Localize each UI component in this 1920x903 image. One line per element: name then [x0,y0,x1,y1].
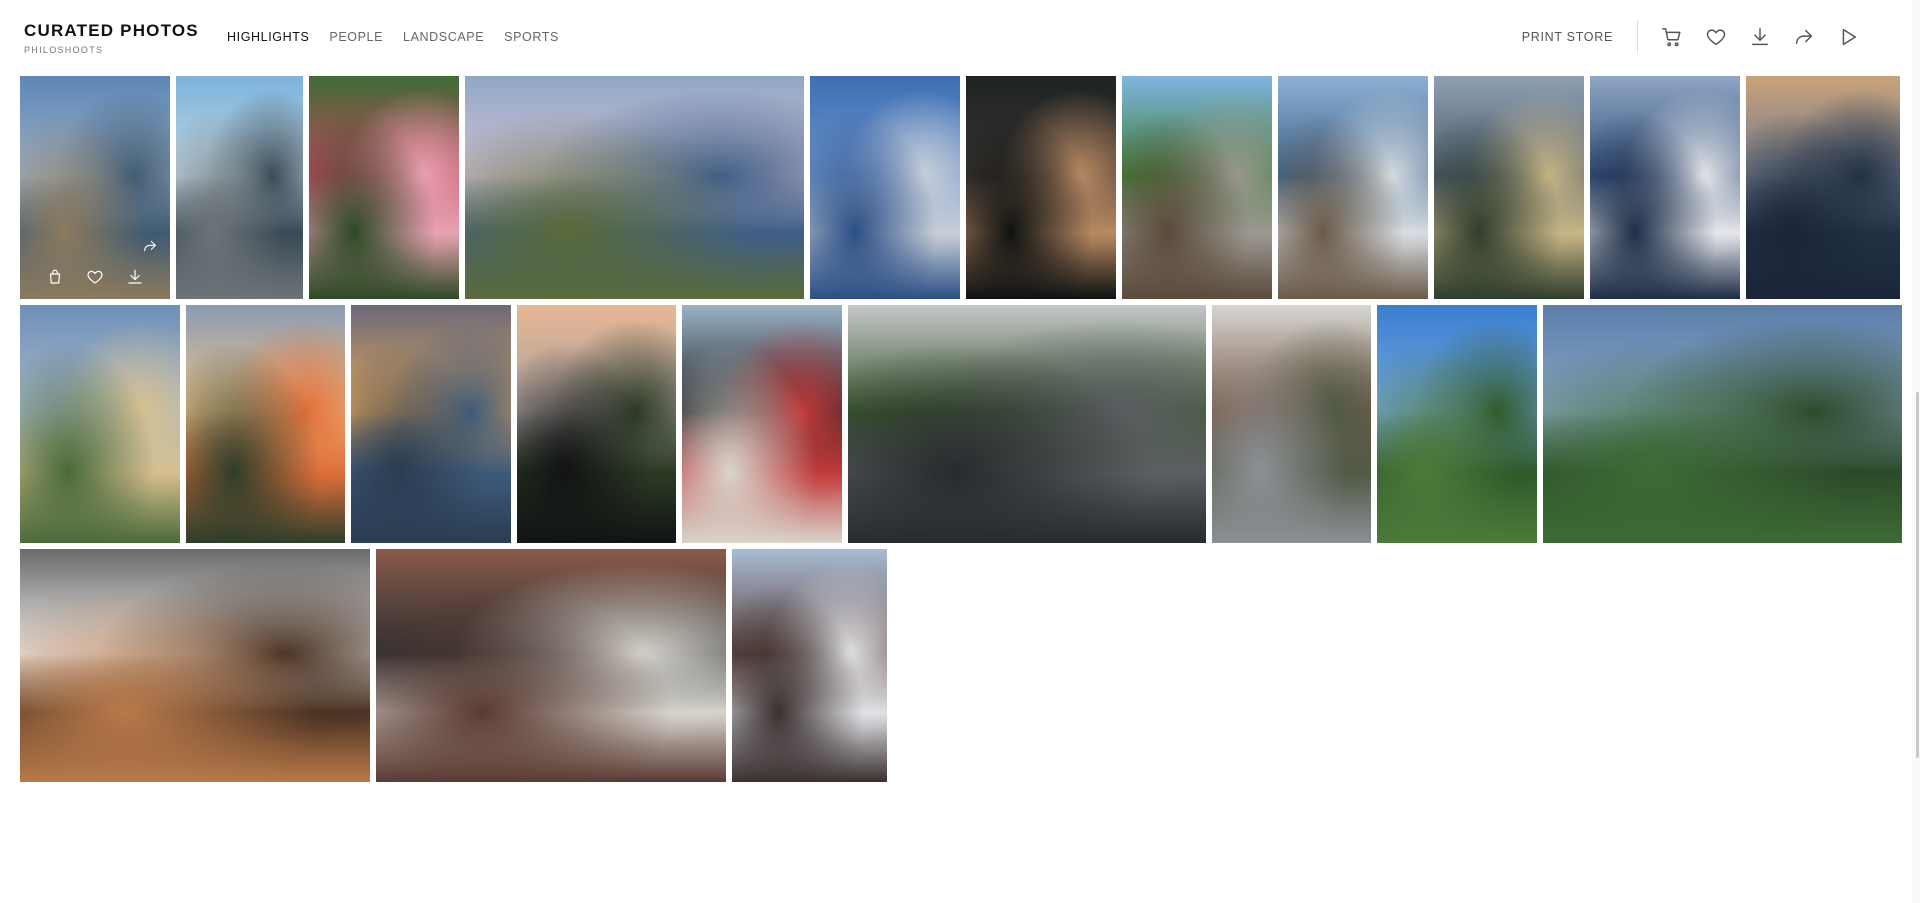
photo-pink-tulips[interactable] [309,76,459,299]
gallery-row-1 [20,76,1900,299]
download-icon [128,269,142,284]
photo-townhouses-street[interactable] [1212,305,1371,543]
share-icon [1795,29,1813,45]
site-subtitle: PHILOSHOOTS [24,45,104,55]
photo-sunset-over-pond[interactable] [186,305,345,543]
download-button[interactable] [1738,20,1782,54]
photo-skyline-over-valley[interactable] [1543,305,1902,543]
photo-street-crowd-cn-tower[interactable] [848,305,1206,543]
heart-icon [87,270,103,284]
photo-heart-button[interactable] [86,268,104,291]
download-icon [1751,28,1769,46]
share-button[interactable] [1782,20,1826,54]
header-actions: PRINT STORE [1522,20,1870,54]
photo-cherry-blossoms-by-lake[interactable] [465,76,804,299]
bag-icon [49,269,61,284]
heart-icon [1706,29,1726,46]
slideshow-button[interactable] [1826,20,1870,54]
photo-sunset-over-pool[interactable] [351,305,511,543]
cart-icon [1662,28,1681,47]
photo-glass-atrium-building[interactable] [376,549,726,782]
main-nav: HIGHLIGHTS PEOPLE LANDSCAPE SPORTS [227,30,559,44]
nav-item-people[interactable]: PEOPLE [329,30,383,44]
scrollbar-thumb[interactable] [1916,392,1919,758]
photo-sleeping-cat-chair[interactable] [20,549,370,782]
photo-t-shirt-stand[interactable] [682,305,842,543]
photo-toronto-skyline-from-shore[interactable] [20,76,170,299]
header-divider [1637,21,1638,53]
gallery-row-3 [20,549,887,782]
gallery-row-2 [20,305,1902,543]
nav-item-landscape[interactable]: LANDSCAPE [403,30,484,44]
top-header: CURATED PHOTOS PHILOSHOOTS HIGHLIGHTS PE… [0,0,1920,76]
photo-pint-of-stout-pub[interactable] [966,76,1116,299]
share-icon [144,240,156,252]
brand[interactable]: CURATED PHOTOS PHILOSHOOTS [24,21,199,55]
photo-ferry-on-harbour[interactable] [1590,76,1740,299]
photo-couple-at-dusk[interactable] [517,305,676,543]
site-title[interactable]: CURATED PHOTOS [24,21,199,41]
photo-cn-tower[interactable] [810,76,960,299]
photo-skyline-over-park[interactable] [1377,305,1537,543]
photo-cyclists-by-pavilion[interactable] [176,76,303,299]
cart-button[interactable] [1650,20,1694,54]
print-store-link[interactable]: PRINT STORE [1522,30,1613,44]
photo-download-button[interactable] [126,268,144,291]
photo-sandy-beach-umbrellas[interactable] [20,305,180,543]
photo-bag-button[interactable] [46,268,64,291]
photo-wooden-boardwalk-forest[interactable] [1122,76,1272,299]
photo-driftwood-on-lake[interactable] [1278,76,1428,299]
photo-hover-actions [20,259,170,299]
favorites-button[interactable] [1694,20,1738,54]
photo-share-button[interactable] [142,238,158,259]
photo-tall-tower-block[interactable] [732,549,887,782]
photo-skyline-at-dusk[interactable] [1746,76,1900,299]
nav-item-highlights[interactable]: HIGHLIGHTS [227,30,309,44]
play-icon [1842,28,1857,46]
scrollbar-track[interactable] [1912,0,1920,903]
nav-item-sports[interactable]: SPORTS [504,30,559,44]
photo-arch-bridge-towers[interactable] [1434,76,1584,299]
